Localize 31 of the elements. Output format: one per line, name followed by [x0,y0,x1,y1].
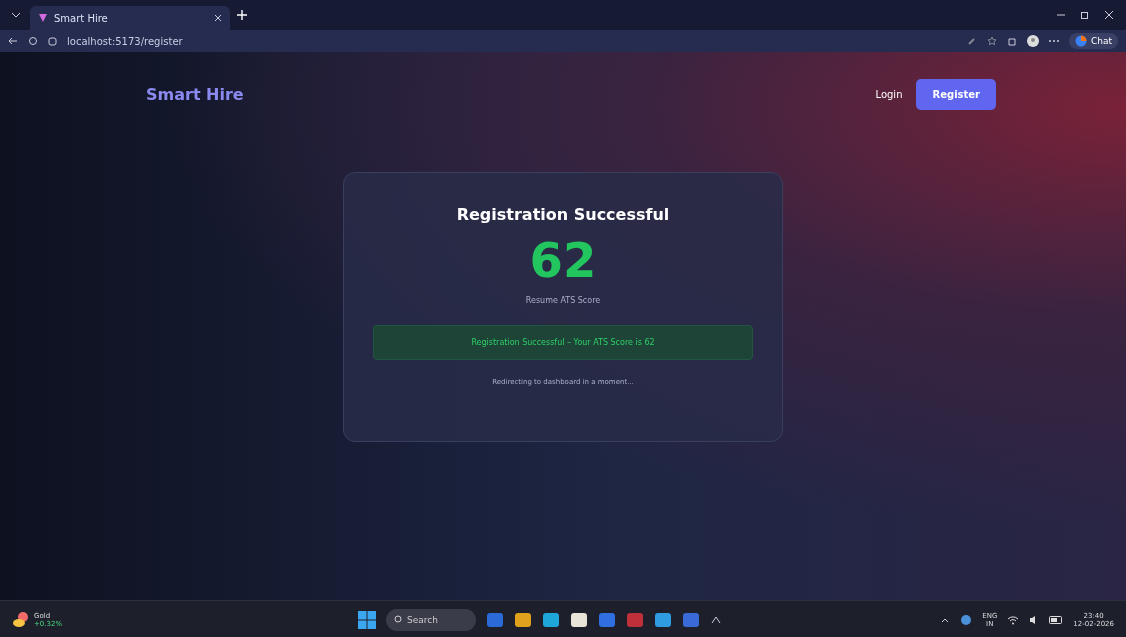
card-title: Registration Successful [456,205,670,224]
close-icon[interactable] [214,14,222,22]
brand-logo[interactable]: Smart Hire [146,84,244,104]
taskbar-search[interactable]: Search [386,608,476,631]
restore-icon[interactable] [1080,10,1090,20]
copilot-icon [1074,35,1087,47]
new-tab-icon[interactable] [236,9,248,21]
refresh-icon[interactable] [28,36,38,46]
app-icon[interactable] [542,610,560,629]
more-icon[interactable] [1048,39,1059,43]
start-icon[interactable] [358,610,376,629]
weather-widget-icon[interactable] [12,610,30,629]
browser-tab[interactable]: Smart Hire [30,6,230,30]
search-icon [394,615,403,624]
battery-icon[interactable] [1049,615,1064,624]
profile-avatar-icon[interactable] [1026,35,1039,47]
app-icon[interactable] [570,610,588,629]
score-label: Resume ATS Score [525,296,601,305]
success-alert: Registration Successful – Your ATS Score is 62 [373,325,753,360]
wifi-icon[interactable] [1007,614,1020,625]
close-icon[interactable] [1104,10,1114,20]
app-icon[interactable] [654,610,672,629]
star-icon[interactable] [986,36,997,46]
app-icon[interactable] [514,610,532,629]
back-icon[interactable] [8,36,18,46]
address-bar[interactable]: localhost:5173/register [67,35,183,47]
login-link[interactable]: Login [875,88,903,100]
chat-button[interactable]: Chat [1068,33,1118,49]
register-button[interactable]: Register [916,78,996,110]
app-favicon-icon [38,13,48,23]
score-value: 62 [529,232,597,288]
